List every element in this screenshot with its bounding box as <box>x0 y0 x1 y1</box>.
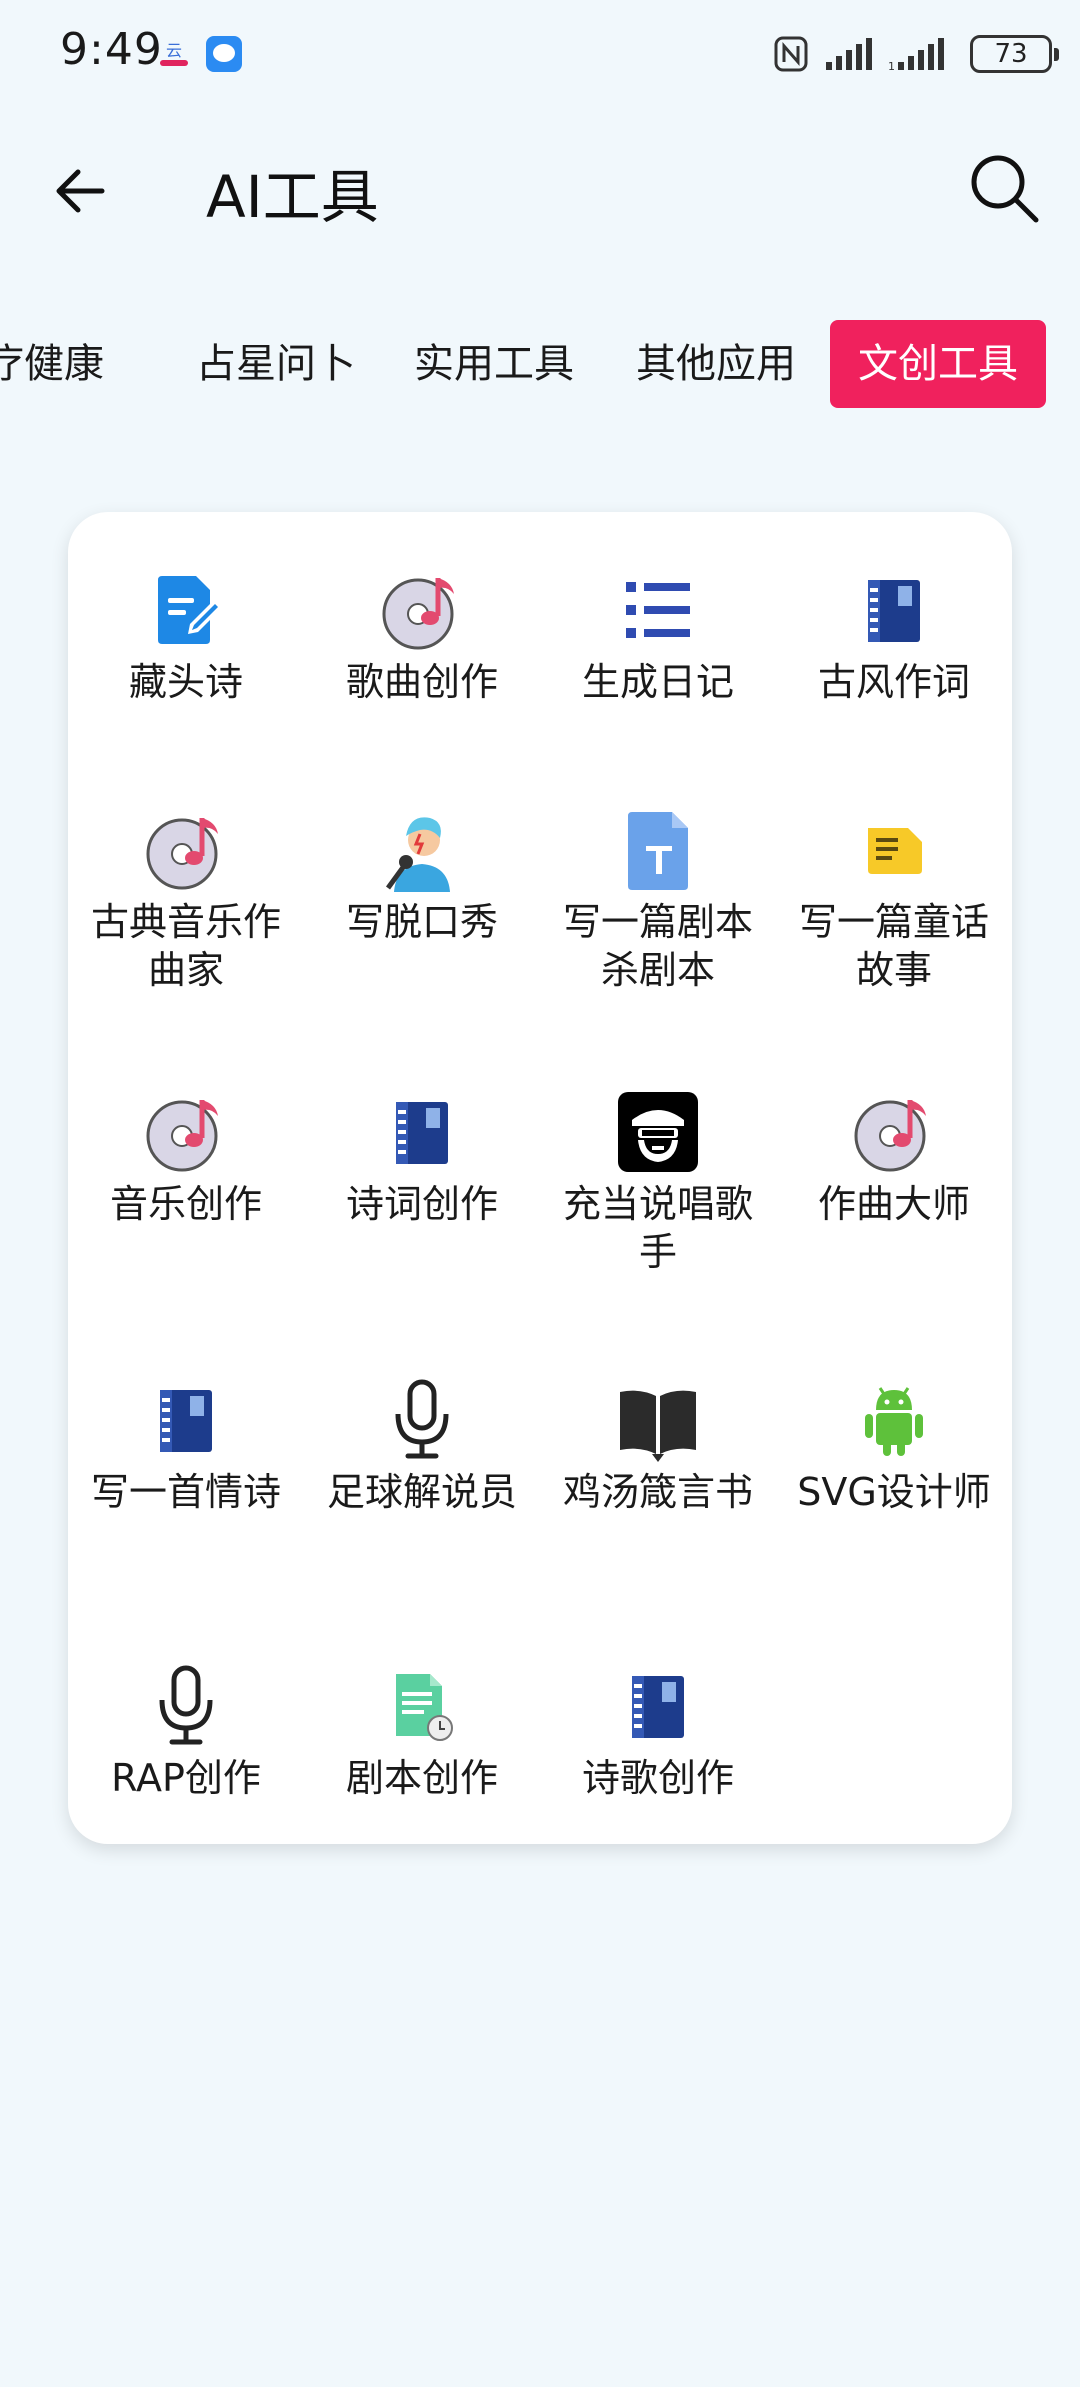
tool-ancient-lyrics[interactable]: 古风作词 <box>776 568 1012 706</box>
tool-label: 古风作词 <box>817 660 970 704</box>
sticky-note-icon <box>868 828 922 874</box>
tool-fairy-tale[interactable]: 写一篇童话故事 <box>776 808 1012 994</box>
tab-astrology[interactable]: 占星问卜 <box>196 320 356 408</box>
battery-level: 73 <box>994 39 1028 69</box>
tab-health-cut-char: 疗 <box>0 341 24 387</box>
tab-label: 健康 <box>24 341 104 387</box>
tool-label: 剧本创作 <box>345 1756 498 1800</box>
svg-text:1: 1 <box>888 60 895 72</box>
status-bar: 9:49 云 1 73 <box>0 0 1080 108</box>
music-disc-icon <box>146 1100 218 1172</box>
tool-label: 诗词创作 <box>345 1182 498 1226</box>
tool-label: 古典音乐作曲家 <box>90 900 281 992</box>
tool-acrostic-poem[interactable]: 藏头诗 <box>68 568 304 706</box>
tab-health[interactable]: 疗健康 <box>0 320 104 408</box>
status-time: 9:49 <box>60 24 163 75</box>
message-app-icon <box>206 36 242 72</box>
tool-label: 写一篇剧本杀剧本 <box>562 900 753 992</box>
signal-icon <box>826 38 872 70</box>
tool-label: 充当说唱歌手 <box>562 1182 753 1274</box>
tool-rap-creation[interactable]: RAP创作 <box>68 1664 304 1802</box>
tool-label: 藏头诗 <box>128 660 243 704</box>
tool-label: 诗歌创作 <box>581 1756 734 1800</box>
rapper-avatar-icon <box>618 1092 698 1172</box>
microphone-icon <box>159 1665 213 1745</box>
tool-label: 生成日记 <box>581 660 734 704</box>
tools-grid-card: 藏头诗 歌曲创作 生成日记 古风作词 古典音乐作曲家 写脱口秀 写一篇剧本杀剧本… <box>68 512 1012 1844</box>
nfc-icon <box>774 36 808 72</box>
android-icon <box>865 1387 923 1456</box>
script-document-icon <box>396 1674 453 1741</box>
category-tab-bar: 疗健康 占星问卜 实用工具 其他应用 文创工具 <box>0 316 1080 416</box>
tool-rapper[interactable]: 充当说唱歌手 <box>540 1090 776 1276</box>
signal-icon-2: 1 <box>888 38 944 72</box>
tab-creative-tools[interactable]: 文创工具 <box>830 320 1046 408</box>
weather-app-icon: 云 <box>160 41 188 66</box>
tool-music-creation[interactable]: 音乐创作 <box>68 1090 304 1228</box>
singer-icon <box>385 817 450 892</box>
tool-generate-diary[interactable]: 生成日记 <box>540 568 776 706</box>
open-book-icon <box>620 1390 696 1462</box>
tool-svg-designer[interactable]: SVG设计师 <box>776 1378 1012 1516</box>
tool-label: 足球解说员 <box>326 1470 517 1514</box>
tool-label: 鸡汤箴言书 <box>562 1470 753 1514</box>
notebook-icon <box>632 1676 684 1738</box>
music-disc-icon <box>854 1100 926 1172</box>
tool-poetry-creation[interactable]: 诗词创作 <box>304 1090 540 1228</box>
music-disc-icon <box>382 578 454 650</box>
tool-label: SVG设计师 <box>797 1470 991 1514</box>
notebook-icon <box>396 1102 448 1164</box>
tool-label: 写一篇童话故事 <box>798 900 989 992</box>
tool-label: 写脱口秀 <box>345 900 498 944</box>
svg-text:云: 云 <box>166 41 182 60</box>
status-indicators: 1 73 <box>774 32 1059 76</box>
list-icon <box>626 582 690 638</box>
tool-motivational-quotes[interactable]: 鸡汤箴言书 <box>540 1378 776 1516</box>
tool-football-commentator[interactable]: 足球解说员 <box>304 1378 540 1516</box>
edit-document-icon <box>158 576 222 644</box>
music-disc-icon <box>146 818 218 890</box>
search-icon[interactable] <box>964 148 1044 228</box>
tool-classical-composer[interactable]: 古典音乐作曲家 <box>68 808 304 994</box>
tool-standup-comedy[interactable]: 写脱口秀 <box>304 808 540 946</box>
tool-label: 作曲大师 <box>817 1182 970 1226</box>
tool-composer-master[interactable]: 作曲大师 <box>776 1090 1012 1228</box>
tool-murder-mystery-script[interactable]: 写一篇剧本杀剧本 <box>540 808 776 994</box>
app-header: AI工具 <box>0 130 1080 250</box>
tool-script-creation[interactable]: 剧本创作 <box>304 1664 540 1802</box>
tool-label: 音乐创作 <box>109 1182 262 1226</box>
tool-song-creation[interactable]: 歌曲创作 <box>304 568 540 706</box>
tool-label: 写一首情诗 <box>90 1470 281 1514</box>
tool-label: RAP创作 <box>111 1756 261 1800</box>
tool-poem-creation[interactable]: 诗歌创作 <box>540 1664 776 1802</box>
tool-label: 歌曲创作 <box>345 660 498 704</box>
battery-indicator: 73 <box>970 35 1059 73</box>
tab-other-apps[interactable]: 其他应用 <box>636 320 796 408</box>
notebook-icon <box>868 580 920 642</box>
back-arrow-icon[interactable] <box>46 156 116 226</box>
tab-utility-tools[interactable]: 实用工具 <box>414 320 574 408</box>
tool-love-poem[interactable]: 写一首情诗 <box>68 1378 304 1516</box>
page-title: AI工具 <box>206 163 379 231</box>
notebook-icon <box>160 1390 212 1452</box>
microphone-icon <box>395 1379 449 1459</box>
text-document-icon <box>628 812 688 890</box>
